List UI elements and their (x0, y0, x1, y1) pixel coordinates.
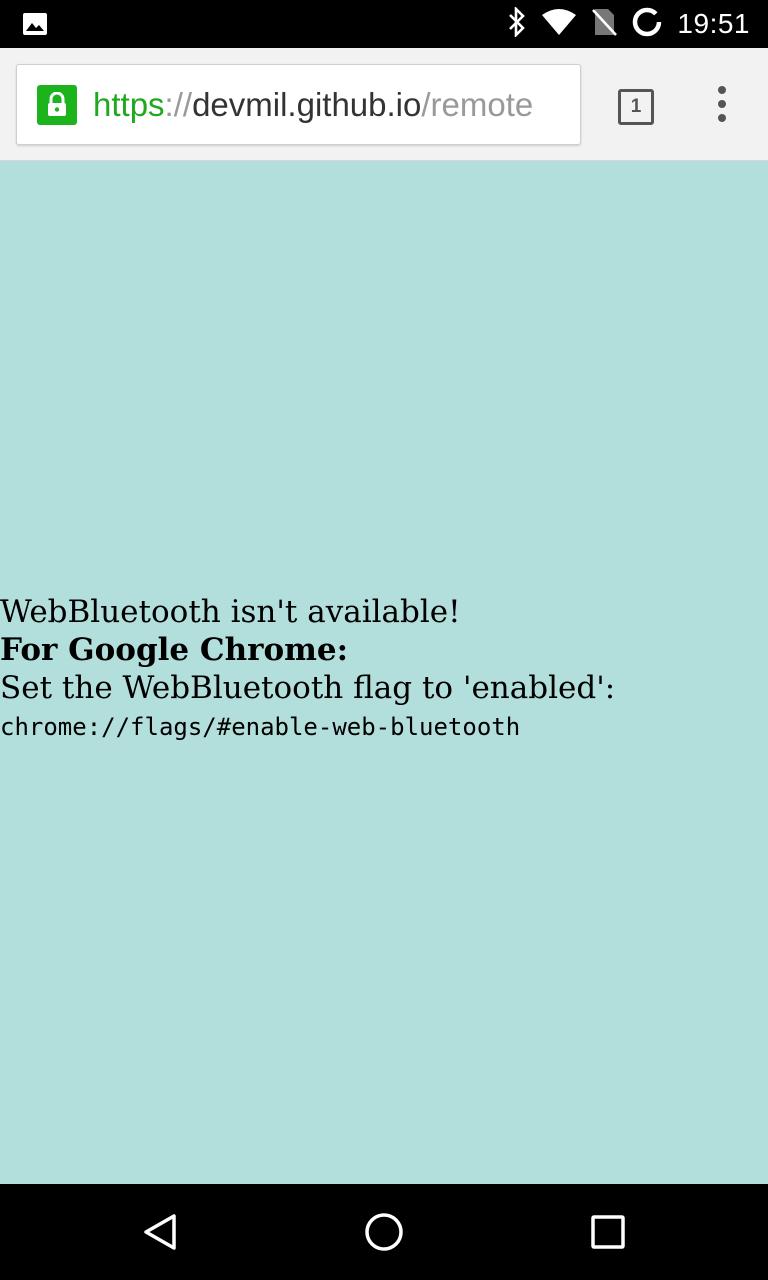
no-sim-icon (591, 7, 618, 42)
home-icon (365, 1213, 403, 1251)
recents-icon (591, 1215, 625, 1249)
status-time: 19:51 (677, 8, 750, 39)
url-scheme: https (93, 86, 165, 123)
tab-count: 1 (630, 96, 642, 117)
flag-instruction: Set the WebBluetooth flag to 'enabled': (0, 670, 616, 706)
flag-url: chrome://flags/#enable-web-bluetooth (0, 713, 521, 741)
back-icon (144, 1214, 176, 1250)
url-path: /remote (421, 86, 534, 123)
browser-toolbar: https://devmil.github.io/remote 1 (0, 48, 768, 161)
sync-icon (631, 6, 663, 43)
wifi-icon (541, 8, 577, 41)
menu-dot (718, 100, 726, 108)
page-content: WebBluetooth isn't available! For Google… (0, 161, 768, 1184)
recents-button[interactable] (584, 1208, 632, 1256)
url-bar[interactable]: https://devmil.github.io/remote (16, 64, 581, 145)
status-bar: 19:51 (0, 0, 768, 48)
url-text[interactable]: https://devmil.github.io/remote (93, 85, 563, 125)
tab-switcher-button[interactable]: 1 (618, 89, 654, 125)
lock-icon[interactable] (37, 85, 77, 125)
menu-dot (718, 86, 726, 94)
back-button[interactable] (136, 1208, 184, 1256)
bluetooth-unavailable-message: WebBluetooth isn't available! For Google… (0, 593, 768, 747)
menu-dot (718, 114, 726, 122)
url-separator: :// (164, 86, 193, 123)
bluetooth-icon (507, 5, 527, 42)
home-button[interactable] (360, 1208, 408, 1256)
chrome-heading: For Google Chrome: (0, 632, 349, 668)
overflow-menu-button[interactable] (706, 86, 738, 122)
url-host: devmil.github.io (192, 86, 422, 123)
unavailable-heading: WebBluetooth isn't available! (0, 594, 461, 630)
navigation-bar (0, 1184, 768, 1280)
image-notification-icon (22, 12, 48, 41)
